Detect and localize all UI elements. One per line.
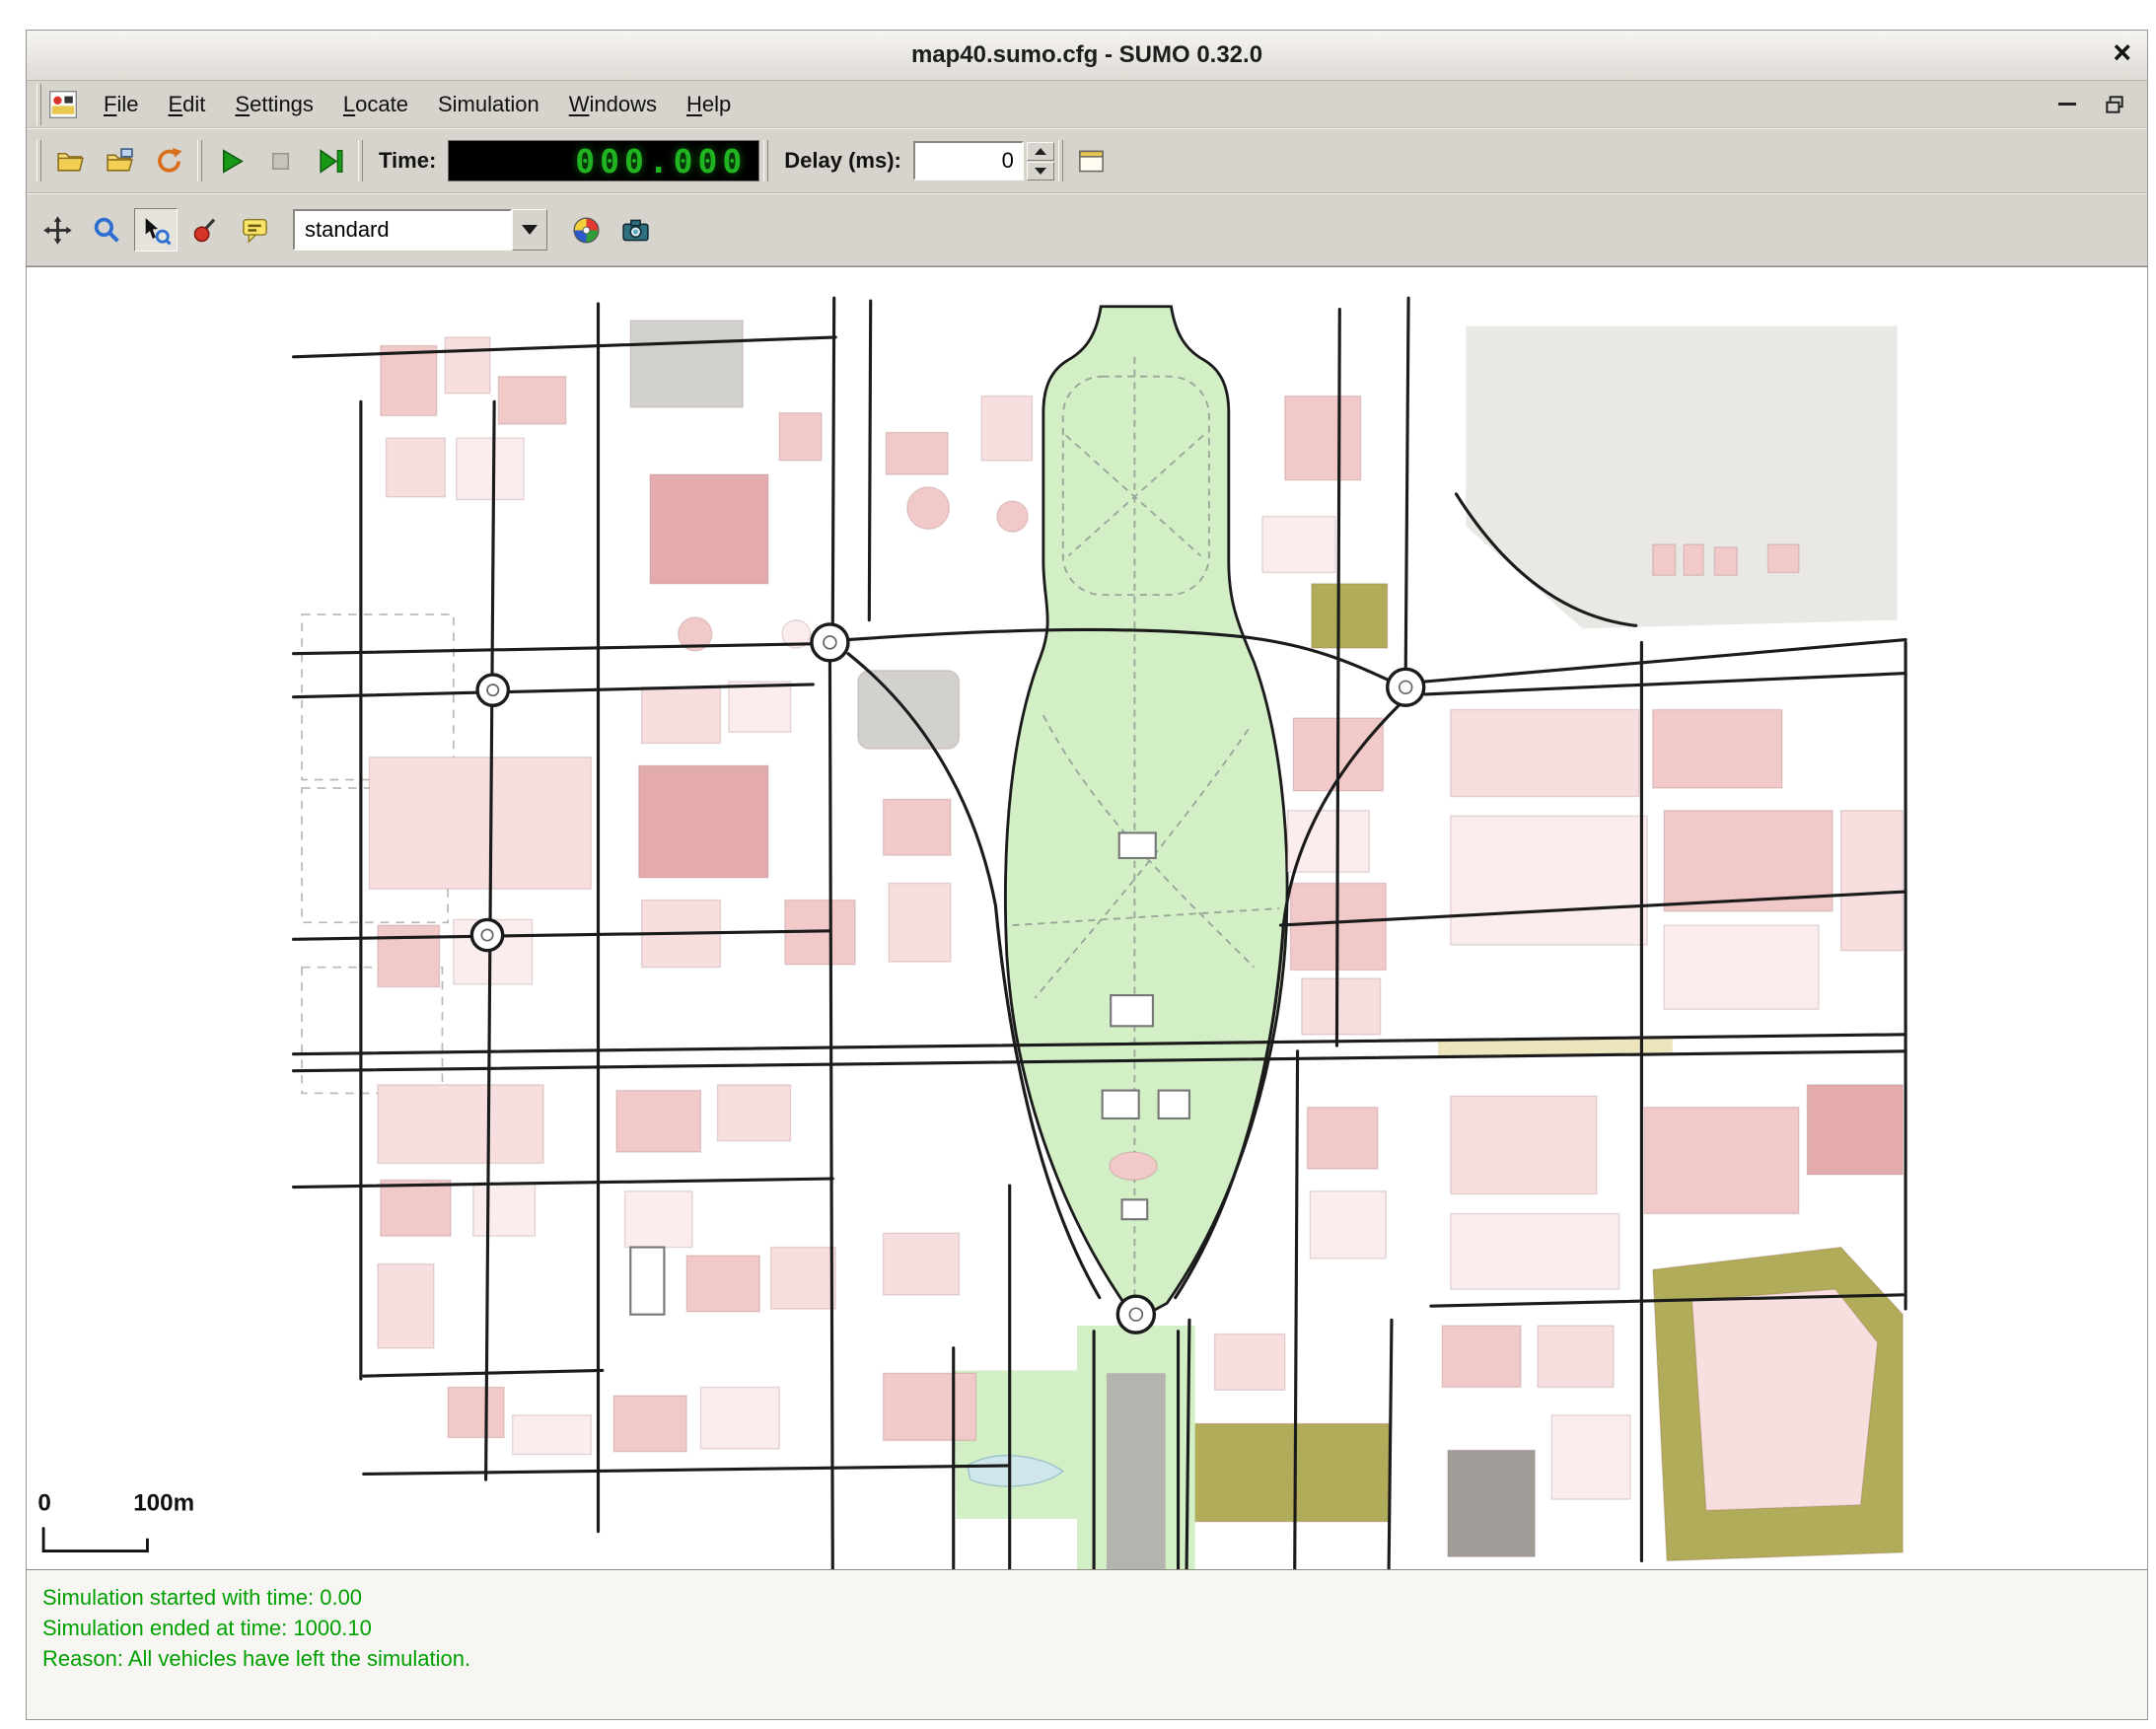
recenter-icon	[42, 215, 73, 246]
map-view[interactable]: 0 100m	[27, 266, 2147, 1569]
delay-field	[913, 141, 1024, 180]
menu-file[interactable]: File	[89, 87, 153, 122]
app-icon	[49, 91, 77, 118]
open-config-button[interactable]	[48, 139, 92, 182]
minimize-icon	[2058, 103, 2076, 106]
locate-button[interactable]	[183, 208, 227, 252]
menu-simulation[interactable]: Simulation	[423, 87, 554, 122]
window-title: map40.sumo.cfg - SUMO 0.32.0	[911, 41, 1262, 69]
minimize-button[interactable]	[2048, 90, 2086, 119]
main-toolbar: Time: 000.000 Delay (ms):	[27, 128, 2147, 193]
restore-button[interactable]	[2096, 90, 2133, 119]
tooltip-button[interactable]	[233, 208, 276, 252]
status-message: Reason: All vehicles have left the simul…	[42, 1643, 2131, 1674]
step-icon	[315, 146, 345, 177]
delay-label: Delay (ms):	[784, 148, 901, 174]
restore-icon	[2104, 94, 2125, 115]
menu-settings[interactable]: Settings	[220, 87, 328, 122]
delay-input[interactable]	[915, 143, 1022, 179]
time-label: Time:	[379, 148, 436, 174]
cursor-zoom-icon	[141, 215, 172, 246]
coloring-scheme-dropdown-button[interactable]	[512, 209, 547, 251]
screenshot-button[interactable]	[613, 208, 657, 252]
toolbar-grip[interactable]	[36, 140, 41, 181]
status-log: Simulation started with time: 0.00 Simul…	[27, 1569, 2147, 1719]
spin-up-icon	[1035, 148, 1046, 155]
chevron-down-icon	[522, 225, 538, 235]
menu-help[interactable]: Help	[672, 87, 746, 122]
coloring-scheme-value: standard	[305, 217, 390, 243]
tooltip-icon	[240, 215, 270, 246]
delay-spin-up[interactable]	[1027, 142, 1054, 161]
status-message: Simulation ended at time: 1000.10	[42, 1613, 2131, 1643]
locate-icon	[190, 215, 221, 246]
play-icon	[216, 146, 247, 177]
view-toolbar: standard	[27, 193, 2147, 266]
time-display: 000.000	[448, 140, 759, 181]
delay-spinner	[1027, 142, 1054, 180]
select-zoom-button[interactable]	[134, 208, 178, 252]
new-view-icon	[1076, 146, 1107, 177]
toolbar-grip[interactable]	[36, 84, 41, 125]
menu-windows[interactable]: Windows	[554, 87, 672, 122]
open-config-icon	[55, 146, 86, 177]
menu-locate[interactable]: Locate	[328, 87, 423, 122]
stop-button[interactable]	[258, 139, 302, 182]
camera-icon	[620, 215, 651, 246]
coloring-scheme-field[interactable]: standard	[293, 209, 512, 251]
zoom-icon	[92, 215, 122, 246]
open-network-icon	[105, 146, 135, 177]
map-scale: 0 100m	[37, 1489, 194, 1550]
window-controls	[2048, 90, 2141, 119]
delay-spin-down[interactable]	[1027, 162, 1054, 180]
run-button[interactable]	[209, 139, 252, 182]
toolbar-grip[interactable]	[763, 140, 768, 181]
color-wheel-icon	[571, 215, 602, 246]
close-button[interactable]: ×	[2113, 36, 2131, 68]
edit-coloring-button[interactable]	[564, 208, 608, 252]
reload-icon	[154, 146, 184, 177]
scale-end-label: 100m	[133, 1489, 194, 1516]
titlebar[interactable]: map40.sumo.cfg - SUMO 0.32.0 ×	[27, 31, 2147, 81]
map-canvas: 0 100m	[27, 267, 2147, 1569]
stop-icon	[265, 146, 296, 177]
spin-down-icon	[1035, 168, 1046, 175]
toolbar-grip[interactable]	[358, 140, 363, 181]
scale-start-label: 0	[37, 1489, 50, 1516]
new-view-button[interactable]	[1070, 139, 1114, 182]
status-message: Simulation started with time: 0.00	[42, 1582, 2131, 1613]
reload-button[interactable]	[147, 139, 190, 182]
toolbar-grip[interactable]	[197, 140, 202, 181]
coloring-scheme-combo[interactable]: standard	[293, 209, 547, 251]
menu-edit[interactable]: Edit	[153, 87, 220, 122]
menubar: File Edit Settings Locate Simulation Win…	[27, 81, 2147, 128]
recenter-button[interactable]	[36, 208, 79, 252]
zoom-button[interactable]	[85, 208, 128, 252]
sumo-window: map40.sumo.cfg - SUMO 0.32.0 × File Edit…	[26, 30, 2148, 1720]
open-network-button[interactable]	[98, 139, 141, 182]
step-button[interactable]	[308, 139, 351, 182]
toolbar-grip[interactable]	[1058, 140, 1063, 181]
